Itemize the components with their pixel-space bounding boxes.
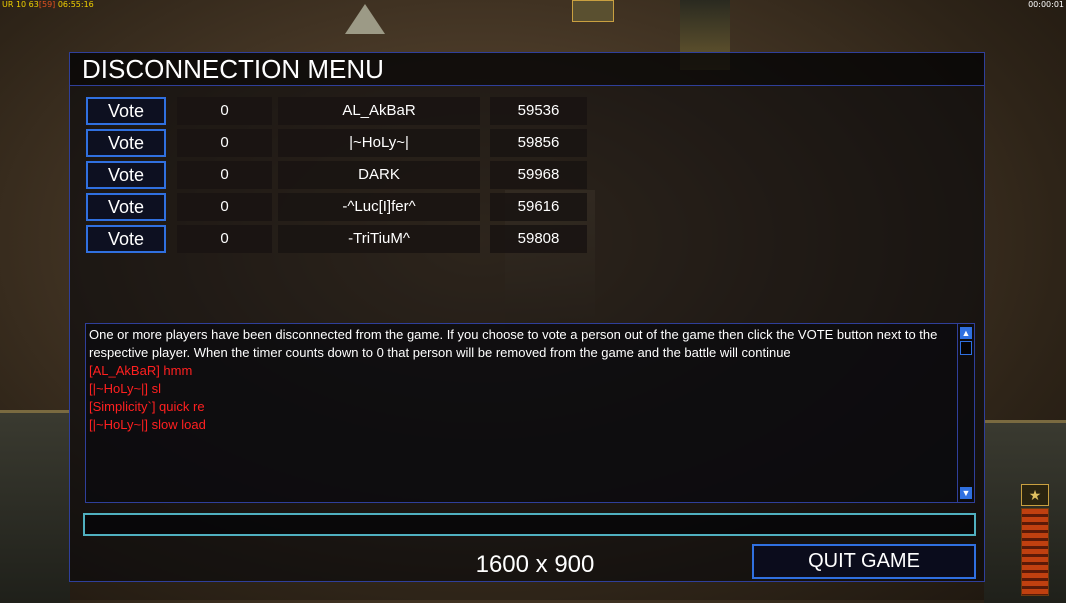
status-prefix: UR 10 63 bbox=[2, 0, 39, 9]
status-bracket: [59] bbox=[38, 0, 56, 9]
vote-count: 0 bbox=[177, 225, 272, 253]
scroll-up-arrow-icon[interactable]: ▲ bbox=[960, 327, 972, 339]
disconnection-menu: DISCONNECTION MENU Vote 0 AL_AkBaR 59536… bbox=[69, 52, 985, 582]
scroll-down-arrow-icon[interactable]: ▼ bbox=[960, 487, 972, 499]
vote-count: 0 bbox=[177, 161, 272, 189]
system-message: One or more players have been disconnect… bbox=[89, 327, 938, 360]
status-time: 06:55:16 bbox=[57, 0, 94, 9]
chat-line: [AL_AkBaR] hmm bbox=[89, 363, 193, 378]
menu-title: DISCONNECTION MENU bbox=[70, 53, 984, 86]
vote-count: 0 bbox=[177, 129, 272, 157]
vote-button[interactable]: Vote bbox=[86, 193, 166, 221]
chat-line: [|~HoLy~|] sl bbox=[89, 381, 162, 396]
background-oil-derrick bbox=[572, 0, 614, 22]
message-log[interactable]: One or more players have been disconnect… bbox=[85, 323, 975, 503]
chat-input[interactable] bbox=[83, 513, 976, 536]
vote-button[interactable]: Vote bbox=[86, 97, 166, 125]
player-timer: 59968 bbox=[490, 161, 587, 189]
message-text: One or more players have been disconnect… bbox=[89, 326, 957, 434]
vote-button[interactable]: Vote bbox=[86, 225, 166, 253]
chat-line: [Simplicity`] quick re bbox=[89, 399, 205, 414]
player-timer: 59616 bbox=[490, 193, 587, 221]
player-name: -^Luc[I]fer^ bbox=[278, 193, 480, 221]
player-timer: 59808 bbox=[490, 225, 587, 253]
vote-count: 0 bbox=[177, 97, 272, 125]
vote-count: 0 bbox=[177, 193, 272, 221]
vote-button[interactable]: Vote bbox=[86, 161, 166, 189]
player-name: -TriTiuM^ bbox=[278, 225, 480, 253]
rank-star-icon: ★ bbox=[1021, 484, 1049, 506]
status-left: UR 10 63[59] 06:55:16 bbox=[2, 0, 94, 10]
vote-button[interactable]: Vote bbox=[86, 129, 166, 157]
message-scrollbar[interactable]: ▲ ▼ bbox=[957, 324, 974, 502]
player-timer: 59856 bbox=[490, 129, 587, 157]
player-timer: 59536 bbox=[490, 97, 587, 125]
background-tent bbox=[345, 4, 385, 34]
chat-line: [|~HoLy~|] slow load bbox=[89, 417, 206, 432]
hud-left-panel bbox=[0, 410, 70, 603]
scroll-thumb[interactable] bbox=[960, 341, 972, 355]
resolution-label: 1600 x 900 bbox=[475, 551, 595, 578]
power-bar bbox=[1021, 508, 1049, 596]
player-name: |~HoLy~| bbox=[278, 129, 480, 157]
quit-game-button[interactable]: QUIT GAME bbox=[752, 544, 976, 579]
game-timer: 00:00:01 bbox=[1028, 0, 1064, 9]
player-name: DARK bbox=[278, 161, 480, 189]
player-name: AL_AkBaR bbox=[278, 97, 480, 125]
